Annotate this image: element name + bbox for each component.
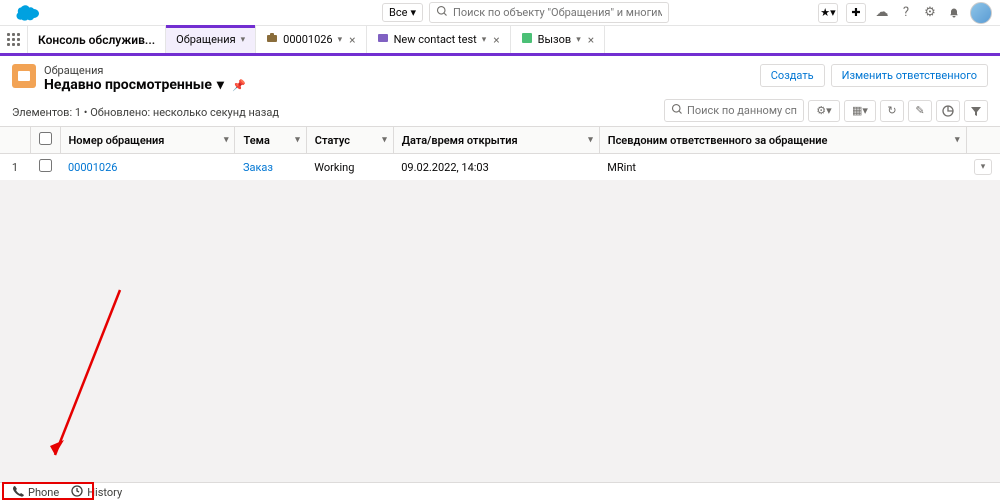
table-row[interactable]: 1 00001026 Заказ Working 09.02.2022, 14:… xyxy=(0,154,1000,181)
col-subject[interactable]: Тема▾ xyxy=(235,127,306,154)
row-number: 1 xyxy=(0,154,30,181)
nav-tab-cases[interactable]: Обращения ▾ xyxy=(166,26,256,53)
case-icon xyxy=(266,32,278,47)
salesforce-logo xyxy=(12,3,42,23)
user-avatar[interactable] xyxy=(970,2,992,24)
chevron-down-icon: ▾ xyxy=(224,135,229,145)
chevron-down-icon: ▾ xyxy=(295,135,300,145)
annotation-arrow xyxy=(40,280,130,470)
list-view-picker[interactable]: Недавно просмотренные ▾ 📌 xyxy=(44,77,246,93)
col-case-number[interactable]: Номер обращения▾ xyxy=(60,127,235,154)
search-scope-label: Все xyxy=(389,6,407,19)
chevron-down-icon[interactable]: ▾ xyxy=(576,35,581,45)
chevron-down-icon[interactable]: ▾ xyxy=(482,35,487,45)
history-icon xyxy=(71,485,83,500)
col-owner-alias[interactable]: Псевдоним ответственного за обращение▾ xyxy=(599,127,966,154)
contact-icon xyxy=(377,32,389,47)
object-label: Обращения xyxy=(44,64,246,77)
help-icon[interactable]: ? xyxy=(898,5,914,21)
col-actions xyxy=(966,127,1000,154)
workspace-tab-case[interactable]: 00001026 ▾ × xyxy=(256,26,366,53)
pin-icon[interactable]: 📌 xyxy=(232,79,246,92)
chevron-down-icon: ▾ xyxy=(410,6,416,19)
close-icon[interactable]: × xyxy=(493,33,499,47)
chevron-down-icon: ▾ xyxy=(217,77,224,93)
list-meta: Элементов: 1 • Обновлено: несколько секу… xyxy=(12,106,279,119)
row-checkbox[interactable] xyxy=(39,159,52,172)
app-launcher-icon[interactable] xyxy=(0,26,28,53)
tab-label: New contact test xyxy=(394,33,477,46)
display-toggle-button[interactable]: ▦▾ xyxy=(844,100,876,122)
create-button[interactable]: Создать xyxy=(760,64,825,87)
subject-link[interactable]: Заказ xyxy=(243,161,273,174)
search-input[interactable] xyxy=(453,6,662,19)
search-icon xyxy=(671,103,683,118)
case-object-icon xyxy=(12,64,36,88)
setup-gear-icon[interactable]: ⚙ xyxy=(922,5,938,21)
opened-cell: 09.02.2022, 14:03 xyxy=(393,154,599,181)
filter-button[interactable] xyxy=(964,100,988,122)
col-status[interactable]: Статус▾ xyxy=(306,127,393,154)
col-opened[interactable]: Дата/время открытия▾ xyxy=(393,127,599,154)
list-search-input[interactable] xyxy=(687,104,797,117)
status-cell: Working xyxy=(306,154,393,181)
global-actions: ★▾ ✚ ☁ ? ⚙ xyxy=(818,2,992,24)
search-scope-dropdown[interactable]: Все ▾ xyxy=(382,3,423,22)
list-search[interactable] xyxy=(664,99,804,122)
utility-history[interactable]: History xyxy=(65,485,128,500)
list-controls-gear-button[interactable]: ⚙▾ xyxy=(808,100,840,122)
global-header: Все ▾ ★▾ ✚ ☁ ? ⚙ xyxy=(0,0,1000,26)
chevron-down-icon[interactable]: ▾ xyxy=(241,35,246,45)
close-icon[interactable]: × xyxy=(349,33,355,47)
nav-bar: Консоль обслужив... Обращения ▾ 00001026… xyxy=(0,26,1000,56)
phone-icon xyxy=(12,485,24,500)
utility-phone-label: Phone xyxy=(28,486,59,499)
salesforce-help-icon[interactable]: ☁ xyxy=(874,5,890,21)
case-number-link[interactable]: 00001026 xyxy=(68,161,117,174)
data-table: Номер обращения▾ Тема▾ Статус▾ Дата/врем… xyxy=(0,126,1000,181)
refresh-button[interactable]: ↻ xyxy=(880,100,904,122)
utility-phone[interactable]: Phone xyxy=(6,485,65,500)
workspace-tab-task[interactable]: Вызов ▾ × xyxy=(511,26,605,53)
chevron-down-icon: ▾ xyxy=(382,135,387,145)
task-icon xyxy=(521,32,533,47)
page-header: Обращения Недавно просмотренные ▾ 📌 Созд… xyxy=(0,56,1000,126)
chevron-down-icon: ▾ xyxy=(588,135,593,145)
chevron-down-icon[interactable]: ▾ xyxy=(338,35,343,45)
close-icon[interactable]: × xyxy=(588,33,594,47)
list-view-name: Недавно просмотренные xyxy=(44,77,212,93)
row-actions-button[interactable]: ▾ xyxy=(974,159,992,175)
tab-label: Вызов xyxy=(538,33,572,46)
notifications-bell-icon[interactable] xyxy=(946,5,962,21)
col-rownum xyxy=(0,127,30,154)
select-all-checkbox[interactable] xyxy=(39,132,52,145)
utility-history-label: History xyxy=(87,486,122,499)
col-checkbox[interactable] xyxy=(30,127,60,154)
edit-inline-button[interactable]: ✎ xyxy=(908,100,932,122)
tab-label: Обращения xyxy=(176,33,235,46)
chart-button[interactable] xyxy=(936,100,960,122)
global-add-button[interactable]: ✚ xyxy=(846,3,866,23)
favorites-button[interactable]: ★▾ xyxy=(818,3,838,23)
owner-cell: MRint xyxy=(599,154,966,181)
global-search: Все ▾ xyxy=(382,2,669,23)
app-name: Консоль обслужив... xyxy=(28,26,166,53)
search-input-wrapper[interactable] xyxy=(429,2,669,23)
chevron-down-icon: ▾ xyxy=(955,135,960,145)
tab-label: 00001026 xyxy=(283,33,332,46)
search-icon xyxy=(436,5,448,20)
workspace-tab-contact[interactable]: New contact test ▾ × xyxy=(367,26,511,53)
utility-bar: Phone History xyxy=(0,482,1000,502)
change-owner-button[interactable]: Изменить ответственного xyxy=(831,64,988,87)
